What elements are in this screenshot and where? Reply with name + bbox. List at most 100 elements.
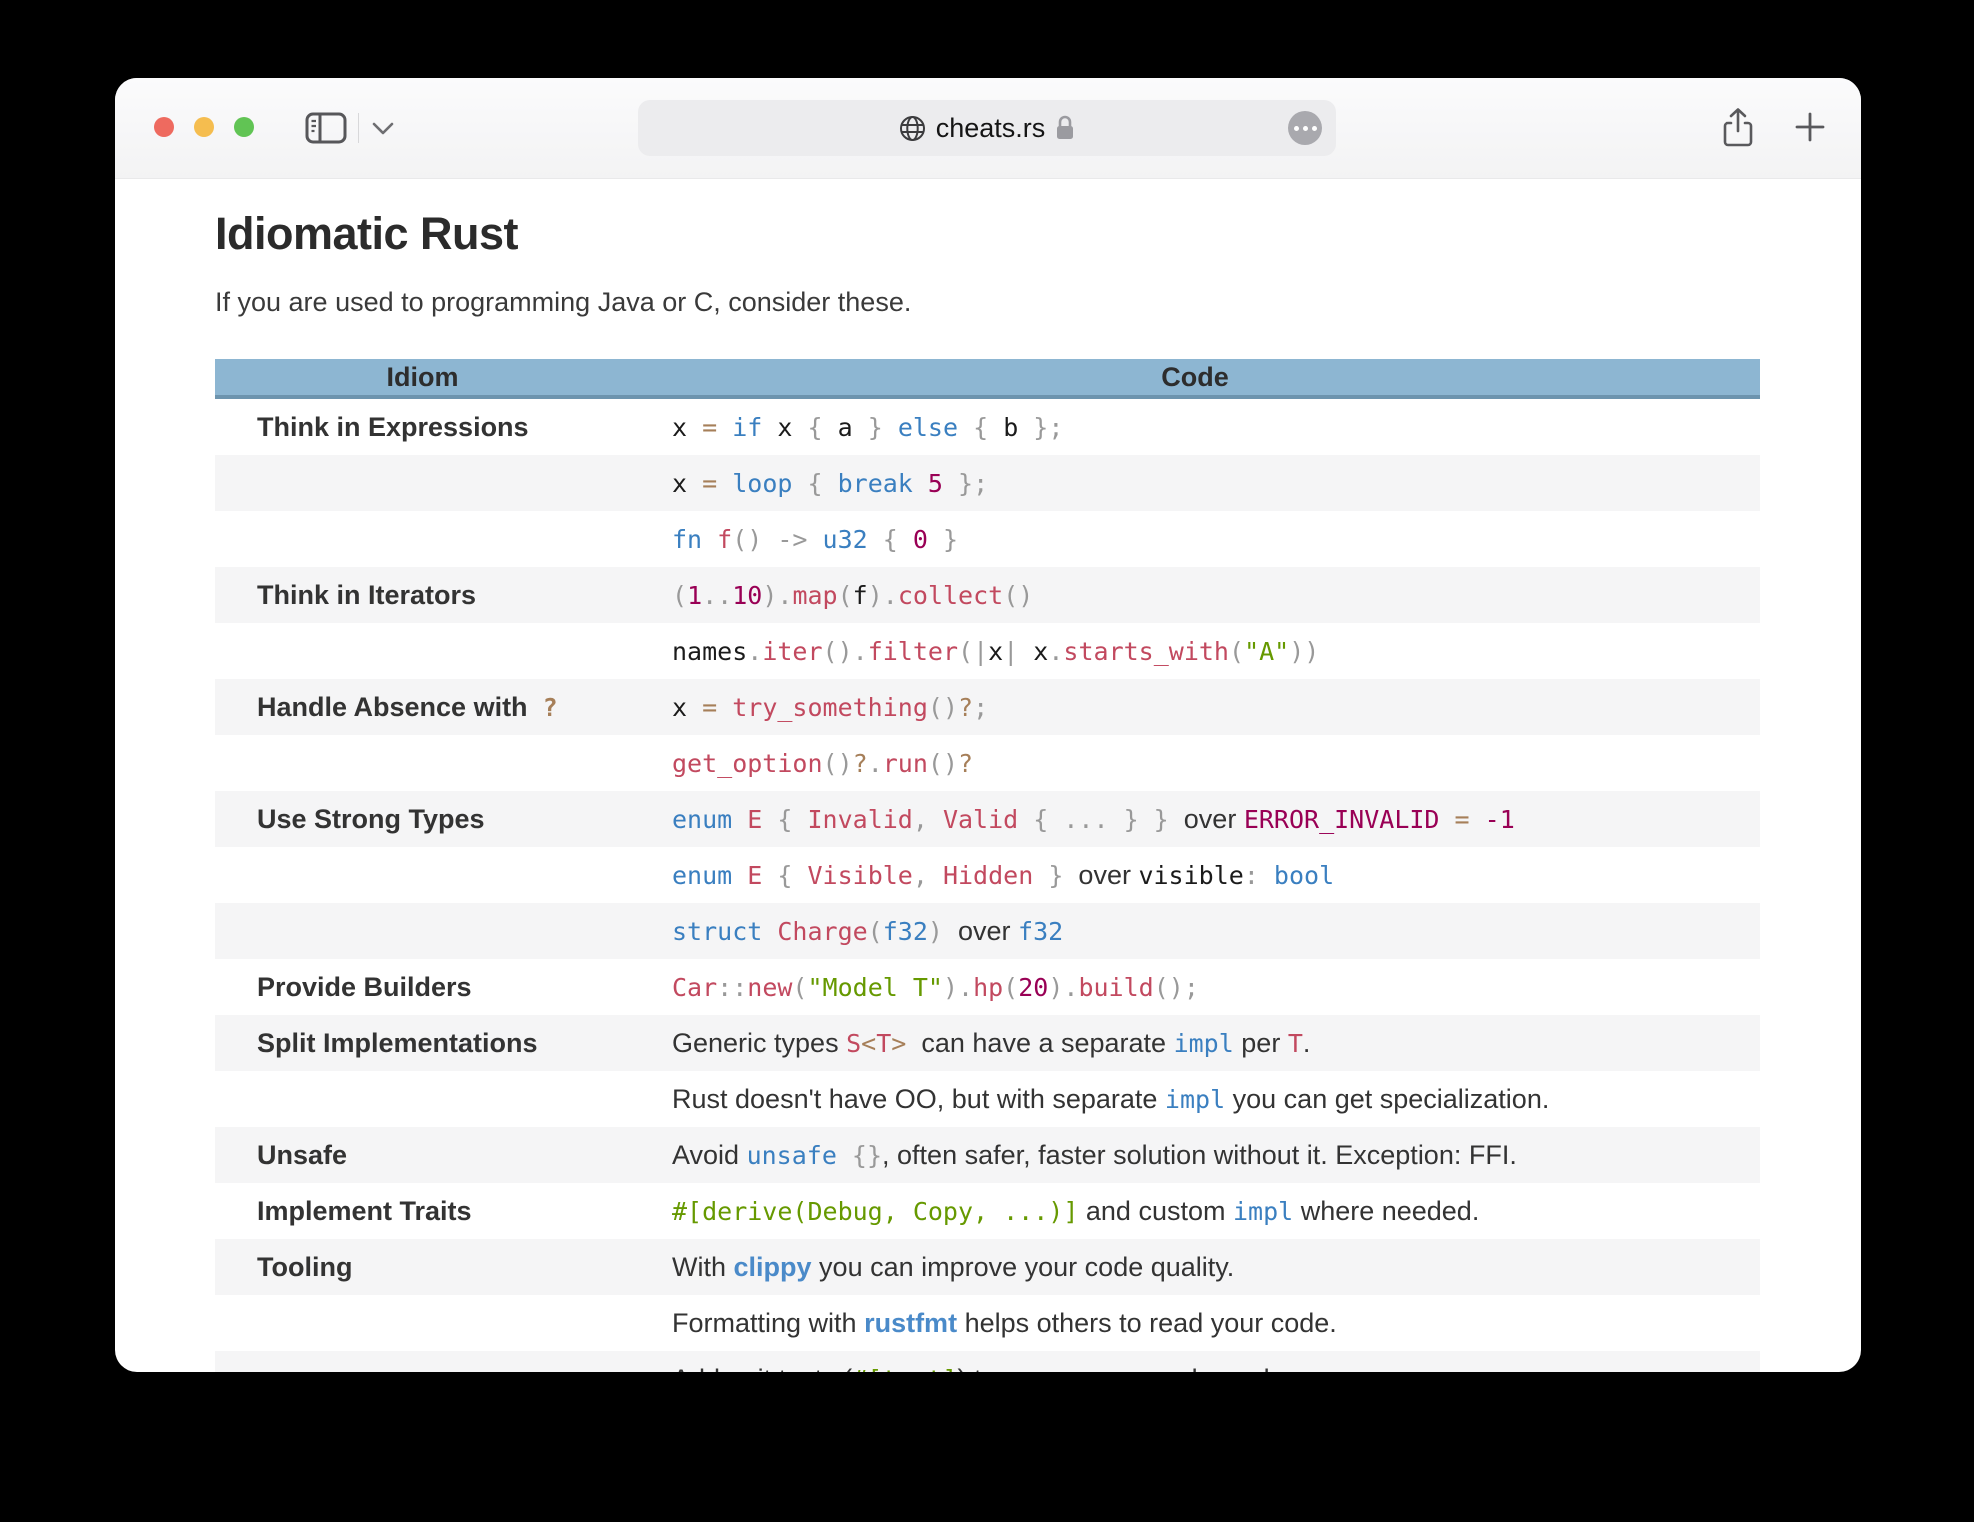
- code-cell: enum E { Invalid, Valid { ... } } over E…: [630, 791, 1760, 847]
- code-token: else: [898, 413, 973, 442]
- code-token: names: [672, 637, 747, 666]
- code-token: 10: [732, 581, 762, 610]
- code-token: new: [747, 973, 792, 1002]
- idiom-cell: Use Strong Types: [215, 791, 630, 847]
- close-button[interactable]: [154, 117, 174, 137]
- code-token: f32: [883, 917, 928, 946]
- code-token: collect: [898, 581, 1003, 610]
- table-row: UnsafeAvoid unsafe {}, often safer, fast…: [215, 1127, 1760, 1183]
- column-header-code: Code: [630, 359, 1760, 397]
- code-token: ;: [973, 693, 988, 722]
- code-token: =: [702, 413, 732, 442]
- code-token: ): [928, 917, 958, 946]
- code-token: ..: [702, 581, 732, 610]
- code-token: (: [1229, 637, 1244, 666]
- code-token: ERROR_INVALID: [1244, 805, 1455, 834]
- code-token: .: [747, 637, 762, 666]
- page-settings-button[interactable]: [1288, 111, 1322, 145]
- code-token: {: [973, 413, 1003, 442]
- code-token: Car: [672, 973, 717, 1002]
- table-row: enum E { Visible, Hidden } over visible:…: [215, 847, 1760, 903]
- idiom-label: Use Strong Types: [257, 804, 485, 834]
- fullscreen-button[interactable]: [234, 117, 254, 137]
- code-token: over: [1078, 860, 1138, 890]
- table-row: Formatting with rustfmt helps others to …: [215, 1295, 1760, 1351]
- code-token: "A": [1244, 637, 1289, 666]
- code-token: struct: [672, 917, 777, 946]
- code-token: S: [846, 1029, 861, 1058]
- code-cell: x = if x { a } else { b };: [630, 397, 1760, 455]
- minimize-button[interactable]: [194, 117, 214, 137]
- code-token: enum: [672, 805, 747, 834]
- table-row: Add unit tests (#[test]) to ensure your …: [215, 1351, 1760, 1372]
- address-bar[interactable]: cheats.rs: [638, 100, 1336, 156]
- code-token: >: [891, 1029, 921, 1058]
- code-token: {: [777, 861, 807, 890]
- code-token: if: [732, 413, 777, 442]
- code-token: Avoid: [672, 1140, 747, 1170]
- code-token: bool: [1274, 861, 1334, 890]
- link-clippy[interactable]: clippy: [734, 1252, 812, 1282]
- share-icon[interactable]: [1721, 107, 1755, 149]
- code-token: x: [777, 413, 807, 442]
- code-token: Add unit tests (: [672, 1364, 852, 1373]
- table-row: Think in Expressionsx = if x { a } else …: [215, 397, 1760, 455]
- code-token: (): [823, 749, 853, 778]
- code-token: break: [838, 469, 928, 498]
- idiom-label: Think in Iterators: [257, 580, 476, 610]
- code-token: |: [1003, 637, 1033, 666]
- code-token: #[derive(Debug, Copy, ...)]: [672, 1197, 1078, 1226]
- code-token: };: [1033, 413, 1063, 442]
- code-token: build: [1078, 973, 1153, 1002]
- code-token: hp: [973, 973, 1003, 1002]
- code-token: 0: [913, 525, 943, 554]
- code-token: filter: [868, 637, 958, 666]
- code-token: (|: [958, 637, 988, 666]
- idiom-cell: [215, 511, 630, 567]
- idiom-cell: Handle Absence with ?: [215, 679, 630, 735]
- code-token: -1: [1485, 805, 1515, 834]
- code-token: starts_with: [1063, 637, 1229, 666]
- code-cell: fn f() -> u32 { 0 }: [630, 511, 1760, 567]
- code-token: Formatting with: [672, 1308, 864, 1338]
- page-content: Idiomatic Rust If you are used to progra…: [115, 178, 1861, 1372]
- chevron-down-icon[interactable]: [371, 122, 395, 136]
- code-token: ?: [853, 749, 868, 778]
- link-rustfmt[interactable]: rustfmt: [864, 1308, 957, 1338]
- code-token: f: [717, 525, 732, 554]
- code-cell: Rust doesn't have OO, but with separate …: [630, 1071, 1760, 1127]
- code-token: x: [1033, 637, 1048, 666]
- code-cell: enum E { Visible, Hidden } over visible:…: [630, 847, 1760, 903]
- code-cell: x = try_something()?;: [630, 679, 1760, 735]
- idiom-cell: [215, 623, 630, 679]
- idiom-label: Provide Builders: [257, 972, 472, 1002]
- code-token: (: [868, 917, 883, 946]
- code-token: helps others to read your code.: [957, 1308, 1337, 1338]
- table-row: Implement Traits#[derive(Debug, Copy, ..…: [215, 1183, 1760, 1239]
- code-token: ,: [913, 805, 943, 834]
- browser-toolbar: cheats.rs: [115, 78, 1861, 179]
- table-row: Handle Absence with ?x = try_something()…: [215, 679, 1760, 735]
- code-cell: Add unit tests (#[test]) to ensure your …: [630, 1351, 1760, 1372]
- code-cell: struct Charge(f32) over f32: [630, 903, 1760, 959]
- idiom-cell: [215, 455, 630, 511]
- code-token: ::: [717, 973, 747, 1002]
- idiom-label: Unsafe: [257, 1140, 347, 1170]
- idiom-cell: [215, 1071, 630, 1127]
- idiom-label: Handle Absence with: [257, 692, 528, 722]
- idiom-code: ?: [528, 693, 558, 722]
- code-token: Charge: [777, 917, 867, 946]
- code-token: E: [747, 805, 777, 834]
- code-token: )): [1289, 637, 1319, 666]
- code-token: u32: [823, 525, 883, 554]
- idiom-cell: Think in Iterators: [215, 567, 630, 623]
- code-token: f32: [1018, 917, 1063, 946]
- code-token: Rust doesn't have OO, but with separate: [672, 1084, 1165, 1114]
- idiom-label: Split Implementations: [257, 1028, 538, 1058]
- new-tab-icon[interactable]: [1794, 111, 1826, 143]
- lock-icon: [1055, 115, 1075, 141]
- table-row: struct Charge(f32) over f32: [215, 903, 1760, 959]
- sidebar-toggle-icon[interactable]: [305, 112, 347, 144]
- code-token: 5: [928, 469, 958, 498]
- table-row: ToolingWith clippy you can improve your …: [215, 1239, 1760, 1295]
